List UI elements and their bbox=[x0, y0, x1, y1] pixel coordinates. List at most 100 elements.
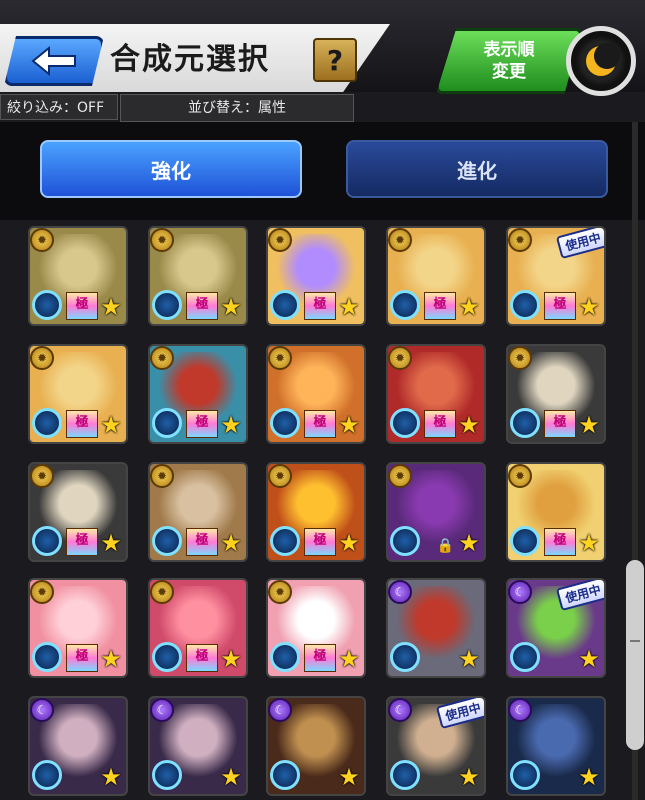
skill-orb-icon bbox=[270, 642, 300, 672]
moon-icon bbox=[586, 43, 620, 76]
filter-status[interactable]: 絞り込み：OFF bbox=[0, 94, 118, 120]
monster-card[interactable]: ✹ 極 ★ bbox=[148, 462, 248, 562]
light-element-icon: ✹ bbox=[268, 464, 292, 488]
light-element-icon: ✹ bbox=[508, 346, 532, 370]
monster-card[interactable]: ✹ 極 ★ 使用中 bbox=[506, 226, 606, 326]
light-element-icon: ✹ bbox=[30, 464, 54, 488]
monster-card[interactable]: ✹ 極 ★ bbox=[266, 226, 366, 326]
skill-orb-icon bbox=[390, 642, 420, 672]
light-element-icon: ✹ bbox=[268, 346, 292, 370]
rank-badge: 極 bbox=[186, 292, 218, 320]
monster-card[interactable]: ✹ 極 ★ bbox=[148, 226, 248, 326]
light-element-icon: ✹ bbox=[388, 228, 412, 252]
skill-orb-icon bbox=[390, 760, 420, 790]
star-icon: ★ bbox=[338, 763, 360, 791]
monster-card[interactable]: ✹ 極 ★ bbox=[266, 462, 366, 562]
monster-card[interactable]: ✹ 極 ★ bbox=[386, 226, 486, 326]
rank-badge: 極 bbox=[304, 644, 336, 672]
monster-card[interactable]: ✹ 極 ★ bbox=[506, 462, 606, 562]
skill-orb-icon bbox=[390, 408, 420, 438]
rank-badge: 極 bbox=[66, 410, 98, 438]
skill-orb-icon bbox=[32, 290, 62, 320]
skill-orb-icon bbox=[32, 760, 62, 790]
star-icon: ★ bbox=[220, 529, 242, 557]
rank-badge: 極 bbox=[424, 292, 456, 320]
scrollbar-grip bbox=[630, 640, 640, 642]
monster-card[interactable]: ☾ ★ bbox=[386, 578, 486, 678]
scrollbar-thumb[interactable] bbox=[626, 560, 644, 750]
skill-orb-icon bbox=[270, 760, 300, 790]
rank-badge: 極 bbox=[424, 410, 456, 438]
monster-card[interactable]: ✹ 極 ★ bbox=[28, 578, 128, 678]
skill-orb-icon bbox=[270, 526, 300, 556]
star-icon: ★ bbox=[578, 529, 600, 557]
star-icon: ★ bbox=[100, 293, 122, 321]
star-icon: ★ bbox=[338, 411, 360, 439]
display-order-button[interactable]: 表示順 変更 bbox=[436, 28, 582, 94]
light-element-icon: ✹ bbox=[30, 346, 54, 370]
skill-orb-icon bbox=[152, 642, 182, 672]
moon-button[interactable] bbox=[566, 26, 636, 96]
monster-card[interactable]: ✹ 極 ★ bbox=[28, 462, 128, 562]
sort-status[interactable]: 並び替え：属性 bbox=[120, 94, 354, 122]
dark-element-icon: ☾ bbox=[30, 698, 54, 722]
monster-card[interactable]: ✹ 極 ★ bbox=[148, 578, 248, 678]
rank-badge: 極 bbox=[186, 644, 218, 672]
monster-card[interactable]: ✹ 極 ★ bbox=[386, 344, 486, 444]
skill-orb-icon bbox=[510, 408, 540, 438]
skill-orb-icon bbox=[390, 290, 420, 320]
lock-icon: 🔒 bbox=[436, 538, 454, 554]
skill-orb-icon bbox=[32, 642, 62, 672]
star-icon: ★ bbox=[220, 645, 242, 673]
display-order-label-1: 表示順 bbox=[483, 40, 535, 60]
rank-badge: 極 bbox=[66, 644, 98, 672]
star-icon: ★ bbox=[458, 529, 480, 557]
star-icon: ★ bbox=[100, 411, 122, 439]
help-button[interactable]: ? bbox=[313, 38, 357, 82]
light-element-icon: ✹ bbox=[268, 228, 292, 252]
monster-card[interactable]: ☾ ★ bbox=[148, 696, 248, 796]
skill-orb-icon bbox=[510, 760, 540, 790]
star-icon: ★ bbox=[578, 293, 600, 321]
tab-evolve[interactable]: 進化 bbox=[346, 140, 608, 198]
monster-card[interactable]: ☾ ★ 使用中 bbox=[506, 578, 606, 678]
light-element-icon: ✹ bbox=[388, 464, 412, 488]
light-element-icon: ✹ bbox=[508, 464, 532, 488]
back-button[interactable] bbox=[4, 36, 104, 86]
star-icon: ★ bbox=[100, 529, 122, 557]
star-icon: ★ bbox=[100, 763, 122, 791]
monster-card[interactable]: ☾ ★ 使用中 bbox=[386, 696, 486, 796]
rank-badge: 極 bbox=[544, 292, 576, 320]
monster-card[interactable]: ✹ 極 ★ bbox=[148, 344, 248, 444]
monster-card[interactable]: ✹ 極 ★ bbox=[266, 344, 366, 444]
monster-card[interactable]: ☾ ★ bbox=[506, 696, 606, 796]
dark-element-icon: ☾ bbox=[508, 580, 532, 604]
monster-card[interactable]: ✹ 極 ★ bbox=[506, 344, 606, 444]
star-icon: ★ bbox=[578, 645, 600, 673]
light-element-icon: ✹ bbox=[30, 228, 54, 252]
star-icon: ★ bbox=[458, 645, 480, 673]
star-icon: ★ bbox=[338, 293, 360, 321]
skill-orb-icon bbox=[152, 408, 182, 438]
light-element-icon: ✹ bbox=[388, 346, 412, 370]
dark-element-icon: ☾ bbox=[268, 698, 292, 722]
dark-element-icon: ☾ bbox=[388, 698, 412, 722]
monster-grid: ✹ 極 ★ ✹ 極 ★ ✹ 極 ★ ✹ 極 ★ ✹ 極 ★ 使用中 ✹ 極 ★ ✹ 極 ★ ✹ 極 ★ ✹ 極 ★ ✹ 極 ★ ✹ 極 ★ ✹ 極 ★ ✹… bbox=[0, 222, 620, 800]
skill-orb-icon bbox=[32, 526, 62, 556]
monster-card[interactable]: ✹ 極 ★ bbox=[266, 578, 366, 678]
star-icon: ★ bbox=[338, 529, 360, 557]
monster-card[interactable]: ✹ 🔒 ★ bbox=[386, 462, 486, 562]
rank-badge: 極 bbox=[66, 528, 98, 556]
tab-strengthen[interactable]: 強化 bbox=[40, 140, 302, 198]
star-icon: ★ bbox=[578, 411, 600, 439]
skill-orb-icon bbox=[270, 408, 300, 438]
monster-card[interactable]: ✹ 極 ★ bbox=[28, 226, 128, 326]
monster-card[interactable]: ☾ ★ bbox=[28, 696, 128, 796]
skill-orb-icon bbox=[152, 526, 182, 556]
dark-element-icon: ☾ bbox=[150, 698, 174, 722]
light-element-icon: ✹ bbox=[268, 580, 292, 604]
rank-badge: 極 bbox=[544, 528, 576, 556]
monster-card[interactable]: ✹ 極 ★ bbox=[28, 344, 128, 444]
monster-card[interactable]: ☾ ★ bbox=[266, 696, 366, 796]
rank-badge: 極 bbox=[304, 292, 336, 320]
